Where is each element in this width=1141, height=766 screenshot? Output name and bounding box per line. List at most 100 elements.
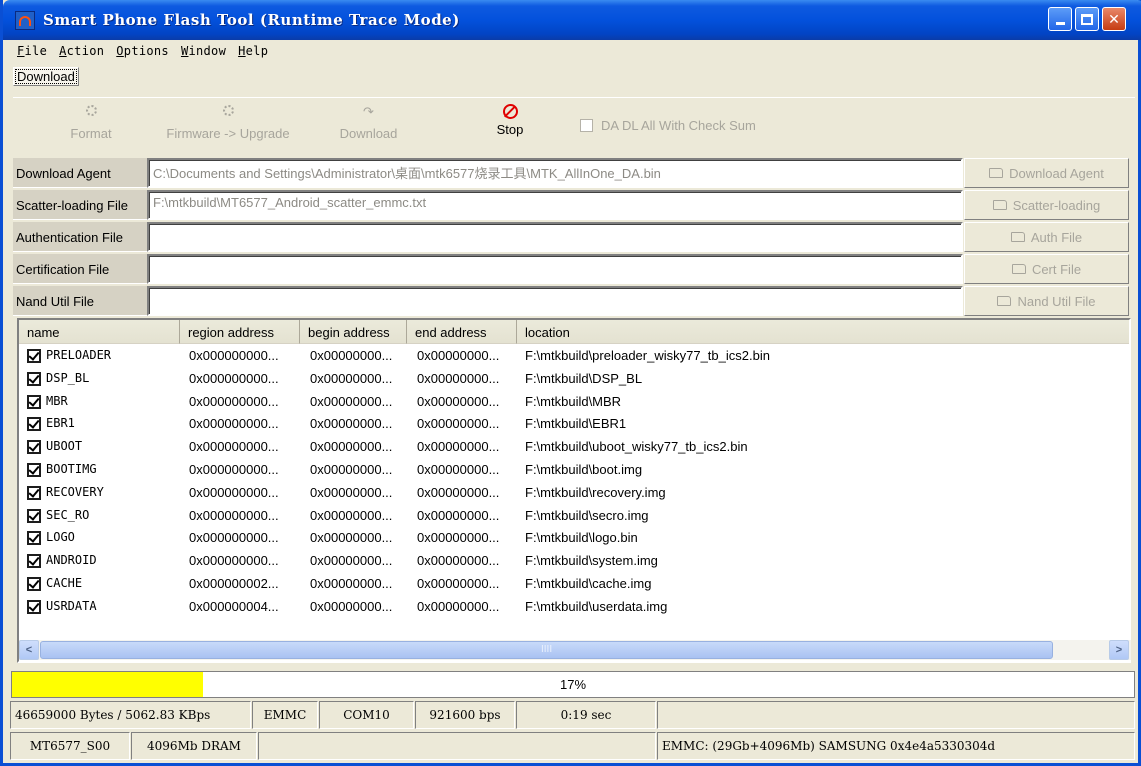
folder-icon	[997, 296, 1012, 306]
maximize-button[interactable]	[1075, 7, 1099, 31]
cell-region-address: 0x000000000...	[189, 439, 279, 455]
col-end-address[interactable]: end address	[407, 320, 517, 344]
row-checkbox[interactable]	[27, 371, 41, 386]
col-begin-address[interactable]: begin address	[300, 320, 407, 344]
auth-field[interactable]	[147, 222, 963, 252]
menu-action[interactable]: Action	[53, 42, 110, 62]
cell-location: F:\mtkbuild\uboot_wisky77_tb_ics2.bin	[525, 439, 748, 455]
row-checkbox[interactable]	[27, 417, 41, 432]
menu-options[interactable]: Options	[110, 42, 175, 62]
row-checkbox[interactable]	[27, 554, 41, 569]
stop-button[interactable]: Stop	[487, 98, 533, 137]
cell-name: UBOOT	[46, 439, 83, 454]
download-agent-button-label: Download Agent	[1009, 165, 1104, 181]
cell-begin-address: 0x00000000...	[310, 348, 393, 363]
row-checkbox[interactable]	[27, 463, 41, 477]
status-blank	[258, 732, 656, 760]
col-location[interactable]: location	[517, 320, 1129, 344]
table-row[interactable]: ANDROID 0x000000000... 0x00000000... 0x0000…	[19, 551, 1129, 572]
download-agent-label: Download Agent	[13, 158, 147, 188]
table-row[interactable]: SEC_RO 0x000000000... 0x00000000... 0x00000…	[19, 506, 1129, 527]
cell-name: DSP_BL	[46, 370, 90, 385]
cert-label: Certification File	[13, 254, 147, 284]
status-extra	[657, 701, 1135, 729]
download-button[interactable]: ↷ Download	[331, 98, 406, 141]
menu-help[interactable]: Help	[232, 42, 274, 62]
cell-begin-address: 0x00000000...	[310, 462, 393, 477]
row-checkbox[interactable]	[27, 599, 41, 614]
close-button[interactable]: ✕	[1102, 7, 1126, 31]
download-agent-button[interactable]: Download Agent	[964, 158, 1129, 188]
table-row[interactable]: RECOVERY 0x000000000... 0x00000000... 0x000…	[19, 483, 1129, 504]
download-agent-field[interactable]: C:\Documents and Settings\Administrator\…	[147, 158, 963, 188]
download-agent-row: Download Agent C:\Documents and Settings…	[13, 158, 1135, 188]
menu-file-hotkey: F	[17, 44, 25, 58]
table-row[interactable]: CACHE 0x000000002... 0x00000000... 0x000000…	[19, 574, 1129, 595]
menu-file[interactable]: File	[11, 42, 53, 62]
nand-row: Nand Util File Nand Util File	[13, 286, 1135, 316]
nand-field[interactable]	[147, 286, 963, 316]
row-checkbox[interactable]	[27, 394, 41, 409]
table-row[interactable]: BOOTIMG 0x000000000... 0x00000000... 0x0000…	[19, 460, 1129, 481]
cell-end-address: 0x00000000...	[417, 507, 500, 523]
maximize-icon	[1081, 13, 1093, 25]
table-row[interactable]: MBR 0x000000000... 0x00000000... 0x00000000…	[19, 392, 1129, 413]
folder-icon	[992, 200, 1007, 210]
app-icon	[15, 11, 35, 30]
menu-bar: File Action Options Window Help	[11, 42, 274, 62]
minimize-button[interactable]	[1048, 7, 1072, 31]
cell-begin-address: 0x00000000...	[310, 598, 393, 614]
scroll-right-button[interactable]: >	[1109, 640, 1129, 660]
status-transfer-rate: 46659000 Bytes / 5062.83 KBps	[10, 701, 251, 729]
row-checkbox[interactable]	[27, 577, 41, 591]
cell-region-address: 0x000000000...	[189, 393, 279, 409]
cell-name: LOGO	[46, 530, 75, 545]
firmware-upgrade-button[interactable]: Firmware -> Upgrade	[158, 98, 298, 141]
scatter-loading-button[interactable]: Scatter-loading	[964, 190, 1129, 220]
menu-window[interactable]: Window	[175, 42, 232, 62]
row-checkbox[interactable]	[27, 531, 41, 546]
status-storage-type: EMMC	[252, 701, 318, 729]
title-bar[interactable]: Smart Phone Flash Tool (Runtime Trace Mo…	[3, 0, 1141, 40]
table-row[interactable]: USRDATA 0x000000004... 0x00000000... 0x0000…	[19, 597, 1129, 618]
nand-util-button[interactable]: Nand Util File	[964, 286, 1129, 316]
cell-begin-address: 0x00000000...	[310, 416, 393, 432]
cell-region-address: 0x000000002...	[189, 576, 279, 591]
auth-file-button[interactable]: Auth File	[964, 222, 1129, 252]
cert-field[interactable]	[147, 254, 963, 284]
table-row[interactable]: UBOOT 0x000000000... 0x00000000... 0x000000…	[19, 437, 1129, 458]
cell-end-address: 0x00000000...	[417, 530, 500, 546]
status-chip: MT6577_S00	[10, 732, 130, 760]
cell-region-address: 0x000000000...	[189, 348, 279, 363]
table-row[interactable]: LOGO 0x000000000... 0x00000000... 0x0000000…	[19, 528, 1129, 549]
menu-options-label: ptions	[123, 44, 169, 58]
cert-file-button[interactable]: Cert File	[964, 254, 1129, 284]
row-checkbox[interactable]	[27, 440, 41, 455]
scroll-thumb[interactable]: IIII	[40, 641, 1053, 659]
minimize-icon	[1055, 22, 1065, 25]
format-button[interactable]: Format	[61, 98, 121, 141]
table-row[interactable]: EBR1 0x000000000... 0x00000000... 0x0000000…	[19, 414, 1129, 435]
row-checkbox[interactable]	[27, 485, 41, 500]
scatter-row: Scatter-loading File F:\mtkbuild\MT6577_…	[13, 190, 1135, 220]
row-checkbox[interactable]	[27, 508, 41, 523]
cell-region-address: 0x000000000...	[189, 530, 279, 546]
table-row[interactable]: PRELOADER 0x000000000... 0x00000000... 0x00…	[19, 346, 1129, 367]
folder-icon	[989, 168, 1004, 178]
cell-name: PRELOADER	[46, 348, 112, 362]
row-checkbox[interactable]	[27, 349, 41, 363]
da-checksum-checkbox[interactable]: DA DL All With Check Sum	[580, 118, 756, 133]
cell-location: F:\mtkbuild\recovery.img	[525, 484, 666, 500]
col-region-address[interactable]: region address	[180, 320, 300, 344]
tab-download[interactable]: Download	[13, 67, 79, 86]
chevron-right-icon: >	[1115, 644, 1123, 656]
col-name[interactable]: name	[19, 320, 180, 344]
scroll-left-button[interactable]: <	[19, 640, 39, 660]
horizontal-scrollbar[interactable]: < IIII >	[19, 640, 1131, 660]
cell-region-address: 0x000000004...	[189, 598, 279, 614]
cell-end-address: 0x00000000...	[417, 462, 500, 477]
scatter-field[interactable]: F:\mtkbuild\MT6577_Android_scatter_emmc.…	[147, 190, 963, 220]
cell-end-address: 0x00000000...	[417, 393, 500, 409]
table-row[interactable]: DSP_BL 0x000000000... 0x00000000... 0x00000…	[19, 369, 1129, 390]
toolbar: Format Firmware -> Upgrade ↷ Download St…	[13, 97, 1135, 157]
